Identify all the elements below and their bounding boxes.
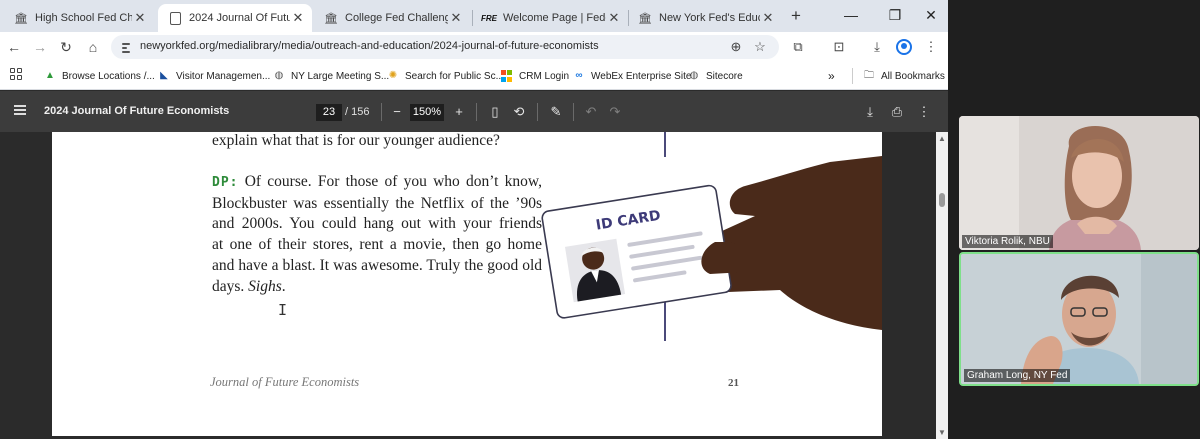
answer-line: and 2000s. You could hang out with your … bbox=[212, 215, 542, 233]
pdf-toolbar: 2024 Journal Of Future Economists bbox=[0, 91, 948, 132]
browser-window: 🏛 High School Fed Challenge ✕ 2024 Journ… bbox=[0, 0, 948, 439]
new-tab-button[interactable]: + bbox=[787, 6, 805, 26]
more-bookmarks-button[interactable]: » bbox=[828, 68, 835, 84]
mountain-icon: ▲ bbox=[45, 70, 55, 81]
scroll-down-icon[interactable]: ▼ bbox=[938, 428, 946, 437]
restore-icon[interactable]: ❐ bbox=[886, 6, 904, 24]
all-bookmarks-folder[interactable]: 🗀 All Bookmarks bbox=[852, 68, 945, 84]
minimize-icon[interactable]: — bbox=[842, 6, 860, 24]
bookmark-webex[interactable]: ∞ WebEx Enterprise Site bbox=[573, 68, 691, 84]
bookmark-search-public-schools[interactable]: ✺ Search for Public Sc... bbox=[387, 68, 504, 84]
journal-footer: Journal of Future Economists bbox=[210, 375, 360, 389]
text-cursor-icon: I bbox=[278, 301, 288, 319]
fit-page-icon[interactable]: ▯ bbox=[486, 103, 504, 121]
window-close-icon[interactable]: ✕ bbox=[922, 6, 940, 24]
zoom-icon[interactable]: ⊕ bbox=[727, 38, 745, 56]
tab-college-fed-challenge[interactable]: 🏛 College Fed Challenge - Fe ✕ bbox=[314, 4, 470, 32]
zoom-level-input[interactable]: 150% bbox=[410, 104, 444, 121]
close-icon[interactable]: ✕ bbox=[132, 10, 148, 26]
bookmark-browse-locations[interactable]: ▲ Browse Locations /... bbox=[44, 68, 155, 84]
webex-icon: ∞ bbox=[575, 70, 583, 81]
speaker-label: DP: bbox=[212, 175, 239, 190]
participant-tile-active-speaker[interactable]: Graham Long, NY Fed bbox=[959, 252, 1199, 386]
home-icon[interactable]: ⌂ bbox=[83, 37, 103, 57]
print-icon[interactable]: ⎙ bbox=[888, 103, 906, 121]
tab-welcome-page[interactable]: FRE Welcome Page | Federal Re ✕ bbox=[472, 4, 628, 32]
page-footer-number: 21 bbox=[728, 377, 739, 389]
participant-video bbox=[961, 254, 1197, 384]
globe-icon: ◍ bbox=[274, 70, 284, 81]
rotate-icon[interactable]: ⟲ bbox=[510, 103, 528, 121]
tab-search-icon[interactable]: ⊡ bbox=[830, 38, 848, 56]
fre-icon: FRE bbox=[481, 13, 497, 23]
tab-strip: 🏛 High School Fed Challenge ✕ 2024 Journ… bbox=[0, 0, 948, 32]
participant-name: Viktoria Rolik, NBU bbox=[962, 235, 1053, 248]
pdf-title: 2024 Journal Of Future Economists bbox=[44, 105, 230, 117]
microsoft-logo-icon bbox=[501, 70, 513, 82]
menu-kebab-icon[interactable]: ⋮ bbox=[922, 38, 940, 56]
bookmark-visitor-management[interactable]: ◣ Visitor Managemen... bbox=[158, 68, 270, 84]
tab-journal-of-future-economists[interactable]: 2024 Journal Of Future Economists ✕ bbox=[158, 4, 312, 32]
annotate-pen-icon[interactable]: ✎ bbox=[547, 103, 565, 121]
site-info-icon[interactable] bbox=[119, 40, 133, 54]
reload-icon[interactable]: ↻ bbox=[56, 37, 76, 57]
document-icon bbox=[168, 11, 182, 25]
bookmark-ny-large-meeting[interactable]: ◍ NY Large Meeting S... bbox=[273, 68, 390, 84]
bookmark-crm-login[interactable]: CRM Login bbox=[501, 68, 569, 84]
answer-line: at one of their stores, rent a movie, th… bbox=[212, 236, 542, 254]
answer-line: days. Sighs. bbox=[212, 277, 286, 295]
scrollbar[interactable]: ▲ ▼ bbox=[936, 132, 948, 439]
url-text[interactable]: newyorkfed.org/medialibrary/media/outrea… bbox=[140, 40, 599, 52]
apps-grid-icon[interactable] bbox=[10, 68, 22, 80]
building-icon: 🏛 bbox=[14, 12, 28, 25]
participant-tile[interactable]: Viktoria Rolik, NBU bbox=[959, 116, 1199, 250]
bookmark-sitecore[interactable]: ◍ Sitecore bbox=[688, 68, 743, 84]
undo-icon[interactable]: ↶ bbox=[582, 103, 600, 121]
extensions-icon[interactable]: ⧉ bbox=[789, 38, 807, 56]
toolbar-divider bbox=[573, 103, 574, 121]
answer-line: and have a blast. It was awesome. Truly … bbox=[212, 256, 542, 274]
back-icon[interactable]: ← bbox=[4, 37, 24, 57]
scroll-up-icon[interactable]: ▲ bbox=[938, 134, 946, 143]
toolbar-divider bbox=[381, 103, 382, 121]
menu-icon[interactable] bbox=[14, 105, 26, 115]
building-icon: 🏛 bbox=[638, 12, 652, 25]
profile-avatar-icon[interactable] bbox=[896, 39, 912, 55]
answer-paragraph: DP: Of course. For those of you who don’… bbox=[212, 172, 542, 297]
flag-icon: ◣ bbox=[160, 70, 168, 81]
close-icon[interactable]: ✕ bbox=[760, 10, 776, 26]
answer-line: Blockbuster was essentially the Netflix … bbox=[212, 194, 542, 212]
scrollbar-thumb[interactable] bbox=[939, 193, 945, 207]
more-options-icon[interactable]: ⋮ bbox=[915, 103, 933, 121]
download-icon[interactable]: ⤓ bbox=[861, 103, 879, 121]
toolbar-divider bbox=[476, 103, 477, 121]
italic-aside: Sighs bbox=[248, 277, 282, 295]
zoom-out-icon[interactable]: − bbox=[388, 103, 406, 121]
page-number-input[interactable]: 23 bbox=[316, 104, 342, 121]
pdf-page: explain what that is for our younger aud… bbox=[52, 132, 882, 436]
address-bar[interactable]: newyorkfed.org/medialibrary/media/outrea… bbox=[111, 35, 779, 59]
sun-icon: ✺ bbox=[388, 70, 398, 81]
answer-line: DP: Of course. For those of you who don’… bbox=[212, 173, 542, 190]
forward-icon[interactable]: → bbox=[30, 37, 50, 57]
question-text: explain what that is for our younger aud… bbox=[212, 132, 500, 149]
building-icon: 🏛 bbox=[324, 12, 338, 25]
zoom-in-icon[interactable]: + bbox=[450, 103, 468, 121]
globe-icon: ◍ bbox=[689, 70, 699, 81]
page-total: / 156 bbox=[345, 106, 370, 118]
redo-icon[interactable]: ↷ bbox=[606, 103, 624, 121]
tab-new-york-fed-education[interactable]: 🏛 New York Fed's Education ✕ bbox=[628, 4, 782, 32]
tab-high-school-fed-challenge[interactable]: 🏛 High School Fed Challenge ✕ bbox=[4, 4, 154, 32]
toolbar-divider bbox=[537, 103, 538, 121]
download-icon[interactable]: ⤓ bbox=[868, 38, 886, 56]
close-icon[interactable]: ✕ bbox=[606, 10, 622, 26]
folder-icon: 🗀 bbox=[864, 70, 874, 81]
divider-line bbox=[664, 132, 666, 157]
participant-name: Graham Long, NY Fed bbox=[964, 369, 1071, 382]
participant-video bbox=[959, 116, 1199, 250]
close-icon[interactable]: ✕ bbox=[290, 10, 306, 26]
id-card-illustration: ID CARD bbox=[541, 156, 882, 330]
bookmark-star-icon[interactable]: ☆ bbox=[751, 38, 769, 56]
close-icon[interactable]: ✕ bbox=[448, 10, 464, 26]
